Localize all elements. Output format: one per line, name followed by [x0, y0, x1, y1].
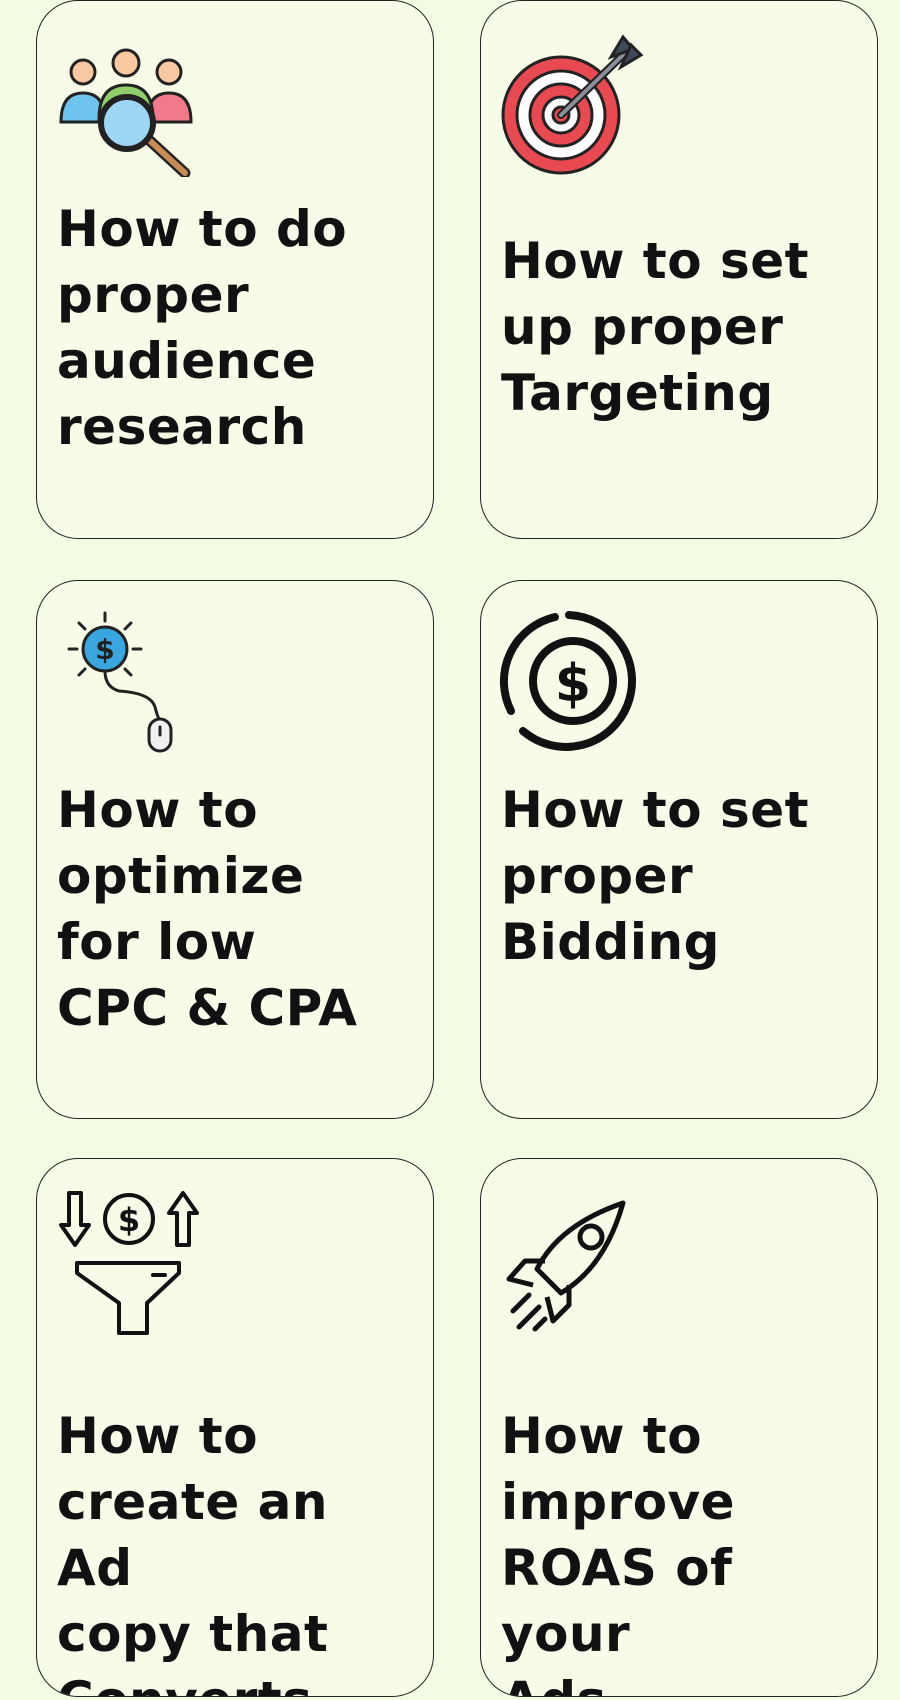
card-title: How to improve ROAS of your Ads	[501, 1403, 863, 1696]
card-ad-copy[interactable]: $ How to create an Ad copy that Converts	[36, 1158, 434, 1697]
card-title-line: How to	[501, 1407, 703, 1465]
card-title-line: optimize	[57, 847, 305, 905]
card-title: How to create an Ad copy that Converts	[57, 1403, 419, 1696]
target-arrow-icon	[499, 27, 649, 177]
card-low-cpc-cpa[interactable]: $ How to optimize for low CPC & CPA	[36, 580, 434, 1119]
card-title-line: How to	[57, 781, 259, 839]
page: How to do proper audience research How t…	[0, 0, 900, 1700]
card-title: How to optimize for low CPC & CPA	[57, 777, 419, 1041]
card-title-line: create an Ad	[57, 1473, 329, 1597]
card-title-line: CPC & CPA	[57, 979, 358, 1037]
card-title-line: up proper	[501, 298, 784, 356]
card-title: How to do proper audience research	[57, 196, 419, 460]
svg-text:$: $	[118, 1201, 140, 1239]
card-targeting[interactable]: How to set up proper Targeting	[480, 0, 878, 539]
dollar-coin-icon: $	[499, 607, 649, 757]
rocket-icon	[499, 1185, 649, 1335]
card-title-line: proper	[501, 847, 694, 905]
card-title-line: Converts	[57, 1667, 419, 1696]
card-title-line: copy that	[57, 1605, 329, 1663]
card-title-line: research	[57, 398, 307, 456]
card-bidding[interactable]: $ How to set proper Bidding	[480, 580, 878, 1119]
card-roas[interactable]: How to improve ROAS of your Ads	[480, 1158, 878, 1697]
card-title: How to set up proper Targeting	[501, 228, 863, 426]
card-title-line: improve	[501, 1473, 736, 1531]
svg-text:$: $	[555, 654, 591, 714]
audience-research-icon	[55, 27, 205, 177]
card-title-line: Targeting	[501, 364, 774, 422]
card-audience-research[interactable]: How to do proper audience research	[36, 0, 434, 539]
card-title-line: How to set	[501, 781, 810, 839]
money-funnel-icon: $	[55, 1185, 205, 1335]
card-title-line: Ads	[501, 1667, 863, 1696]
card-title-line: proper	[57, 266, 250, 324]
dollar-click-icon: $	[55, 607, 205, 757]
card-title: How to set proper Bidding	[501, 777, 863, 975]
card-title-line: for low	[57, 913, 257, 971]
card-title-line: How to set	[501, 232, 810, 290]
card-title-line: How to	[57, 1407, 259, 1465]
card-title-line: How to do	[57, 200, 348, 258]
svg-text:$: $	[95, 633, 114, 666]
card-title-line: audience	[57, 332, 317, 390]
card-title-line: Bidding	[501, 913, 720, 971]
card-title-line: ROAS of your	[501, 1539, 733, 1663]
